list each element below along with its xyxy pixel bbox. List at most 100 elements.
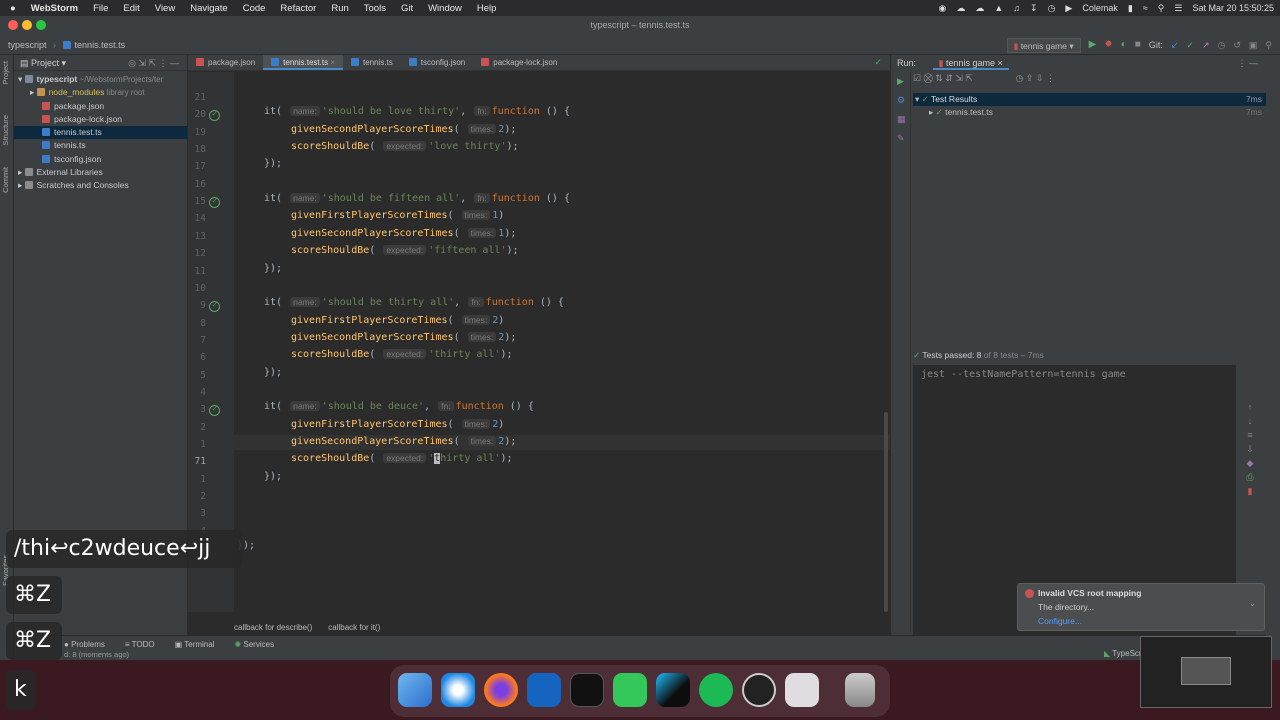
webstorm-icon[interactable] xyxy=(656,673,690,707)
tree-item-tennis-ts[interactable]: tennis.ts xyxy=(14,139,187,152)
trash-icon[interactable] xyxy=(845,673,875,707)
inspection-ok-icon[interactable]: ✓ xyxy=(874,57,882,68)
code-line[interactable]: givenSecondPlayerScoreTimes( times: 2); xyxy=(291,123,516,135)
record-icon[interactable]: ◉ xyxy=(938,3,946,14)
test-passed-gutter-icon[interactable]: ✓ xyxy=(209,197,220,209)
menu-app-name[interactable]: WebStorm xyxy=(31,3,78,14)
test-results-file[interactable]: ▸ ✓ tennis.test.ts 7ms xyxy=(925,106,1266,119)
code-line[interactable]: }); xyxy=(264,471,282,482)
coverage-icon[interactable]: ◐ xyxy=(1121,35,1127,55)
run-icon[interactable]: ▶ xyxy=(1089,35,1097,55)
git-update-icon[interactable]: ↙ xyxy=(1171,35,1179,55)
expand-notification-icon[interactable]: ⌄ xyxy=(1249,598,1256,609)
search-everywhere-icon[interactable]: ⚲ xyxy=(1265,35,1272,55)
safari-icon[interactable] xyxy=(441,673,475,707)
git-push-icon[interactable]: ↗ xyxy=(1202,35,1210,55)
scroll-down-icon[interactable]: ↓ xyxy=(1244,414,1256,428)
outlook-icon[interactable] xyxy=(527,673,561,707)
clear-icon[interactable]: ▮ xyxy=(1244,484,1256,498)
breadcrumb-describe[interactable]: callback for describe() xyxy=(234,623,312,632)
firefox-icon[interactable] xyxy=(484,673,518,707)
code-line[interactable]: }); xyxy=(264,263,282,274)
upload-icon[interactable]: ▲ xyxy=(994,3,1003,13)
apple-menu-icon[interactable]: ● xyxy=(10,3,16,14)
search-icon[interactable]: ⚲ xyxy=(1158,3,1165,14)
soft-wrap-icon[interactable]: ≡ xyxy=(1244,428,1256,442)
menu-navigate[interactable]: Navigate xyxy=(190,3,228,14)
zoom-window-icon[interactable] xyxy=(36,20,46,30)
tree-item-package-json[interactable]: package.json xyxy=(14,100,187,113)
code-editor[interactable]: package.json tennis.test.ts × tennis.ts … xyxy=(188,55,890,635)
finder-icon[interactable] xyxy=(398,673,432,707)
code-line[interactable]: }); xyxy=(264,158,282,169)
rerun-icon[interactable]: ▶ xyxy=(891,72,910,91)
control-center-icon[interactable]: ☰ xyxy=(1174,3,1182,14)
menu-edit[interactable]: Edit xyxy=(123,3,139,14)
project-panel-tools[interactable]: ◎ ⇲ ⇱ ⋮ — xyxy=(128,55,179,71)
run-config-select[interactable]: ▮ tennis game ▾ xyxy=(1006,37,1081,53)
menu-file[interactable]: File xyxy=(93,3,108,14)
menu-refactor[interactable]: Refactor xyxy=(280,3,316,14)
timer-icon[interactable]: ◷ xyxy=(1048,3,1056,14)
editor-scrollbar[interactable] xyxy=(884,412,888,612)
scroll-end-icon[interactable]: ⇩ xyxy=(1244,442,1256,456)
git-commit-icon[interactable]: ✓ xyxy=(1186,35,1194,55)
tool-terminal[interactable]: ▣ Terminal xyxy=(175,640,215,649)
tool-structure[interactable]: Structure xyxy=(1,115,10,145)
code-line[interactable]: }); xyxy=(264,367,282,378)
tree-item-package-lock[interactable]: package-lock.json xyxy=(14,113,187,126)
battery-icon[interactable]: ▮ xyxy=(1128,3,1133,14)
code-line[interactable]: it( name:'should be thirty all', fn: func… xyxy=(264,297,564,308)
code-line[interactable]: scoreShouldBe( expected:'love thirty'); xyxy=(291,141,519,152)
menu-run[interactable]: Run xyxy=(331,3,348,14)
menu-help[interactable]: Help xyxy=(477,3,497,14)
keycastr-icon[interactable] xyxy=(785,673,819,707)
code-line[interactable]: givenSecondPlayerScoreTimes( times: 2); xyxy=(291,436,516,447)
tab-tennis-ts[interactable]: tennis.ts xyxy=(343,55,401,70)
breadcrumb-it[interactable]: callback for it() xyxy=(328,623,380,632)
pin-icon[interactable]: ✎ xyxy=(891,129,910,148)
nav-project[interactable]: typescript xyxy=(8,40,47,50)
rerun-failed-icon[interactable]: ⚙ xyxy=(891,91,910,110)
cloud-icon[interactable]: ☁ xyxy=(956,3,965,14)
stop-icon[interactable]: ■ xyxy=(1135,35,1141,55)
menu-tools[interactable]: Tools xyxy=(364,3,386,14)
tool-todo[interactable]: ≡ TODO xyxy=(125,640,155,649)
tree-item-scratches[interactable]: ▸ Scratches and Consoles xyxy=(14,179,187,192)
tool-commit[interactable]: Commit xyxy=(1,167,10,193)
tab-package-lock[interactable]: package-lock.json xyxy=(473,55,565,70)
code-line[interactable]: givenSecondPlayerScoreTimes( times: 1); xyxy=(291,227,516,239)
code-line[interactable]: it( name:'should be love thirty', fn: fun… xyxy=(264,106,570,117)
tab-tennis-test[interactable]: tennis.test.ts × xyxy=(263,55,343,70)
code-line[interactable]: givenFirstPlayerScoreTimes( times: 2) xyxy=(291,418,504,430)
scroll-up-icon[interactable]: ↑ xyxy=(1244,400,1256,414)
test-results-root[interactable]: ▾ ✓ Test Results 7ms xyxy=(913,93,1266,106)
menu-view[interactable]: View xyxy=(155,3,175,14)
spotify-icon[interactable] xyxy=(699,673,733,707)
history-icon[interactable]: ◷ xyxy=(1217,35,1225,55)
rollback-icon[interactable]: ↺ xyxy=(1233,35,1241,55)
test-history-icon[interactable]: ◷ ⇪ ⇩ ⋮ xyxy=(1015,73,1054,83)
tree-item-tennis-test[interactable]: tennis.test.ts xyxy=(14,126,187,140)
download-icon[interactable]: ↧ xyxy=(1030,3,1038,14)
menu-git[interactable]: Git xyxy=(401,3,413,14)
screenshot-thumbnail[interactable] xyxy=(1140,636,1272,708)
code-line[interactable]: givenFirstPlayerScoreTimes( times: 2) xyxy=(291,314,504,326)
tool-services[interactable]: ✺ Services xyxy=(234,640,274,649)
run-tab-tennis-game[interactable]: ▮ tennis game × xyxy=(932,58,1009,70)
tree-item-node-modules[interactable]: ▸ node_modules library root xyxy=(14,86,187,99)
nav-file[interactable]: tennis.test.ts xyxy=(75,40,126,50)
code-line[interactable]: it( name:'should be deuce', fn: function … xyxy=(264,401,534,412)
show-ignored-icon[interactable]: ⛒ xyxy=(924,73,933,83)
keyboard-layout-label[interactable]: Colemak xyxy=(1082,3,1118,13)
close-tab-icon[interactable]: × xyxy=(330,58,335,67)
messages-icon[interactable] xyxy=(613,673,647,707)
close-window-icon[interactable] xyxy=(8,20,18,30)
tree-item-tsconfig[interactable]: tsconfig.json xyxy=(14,153,187,166)
show-passed-icon[interactable]: ☑ xyxy=(913,73,921,83)
clock-icon[interactable] xyxy=(742,673,776,707)
bell-icon[interactable]: ♫ xyxy=(1013,3,1020,13)
tab-tsconfig[interactable]: tsconfig.json xyxy=(401,55,473,70)
tool-problems[interactable]: ● Problems xyxy=(64,640,105,649)
test-passed-gutter-icon[interactable]: ✓ xyxy=(209,301,220,313)
